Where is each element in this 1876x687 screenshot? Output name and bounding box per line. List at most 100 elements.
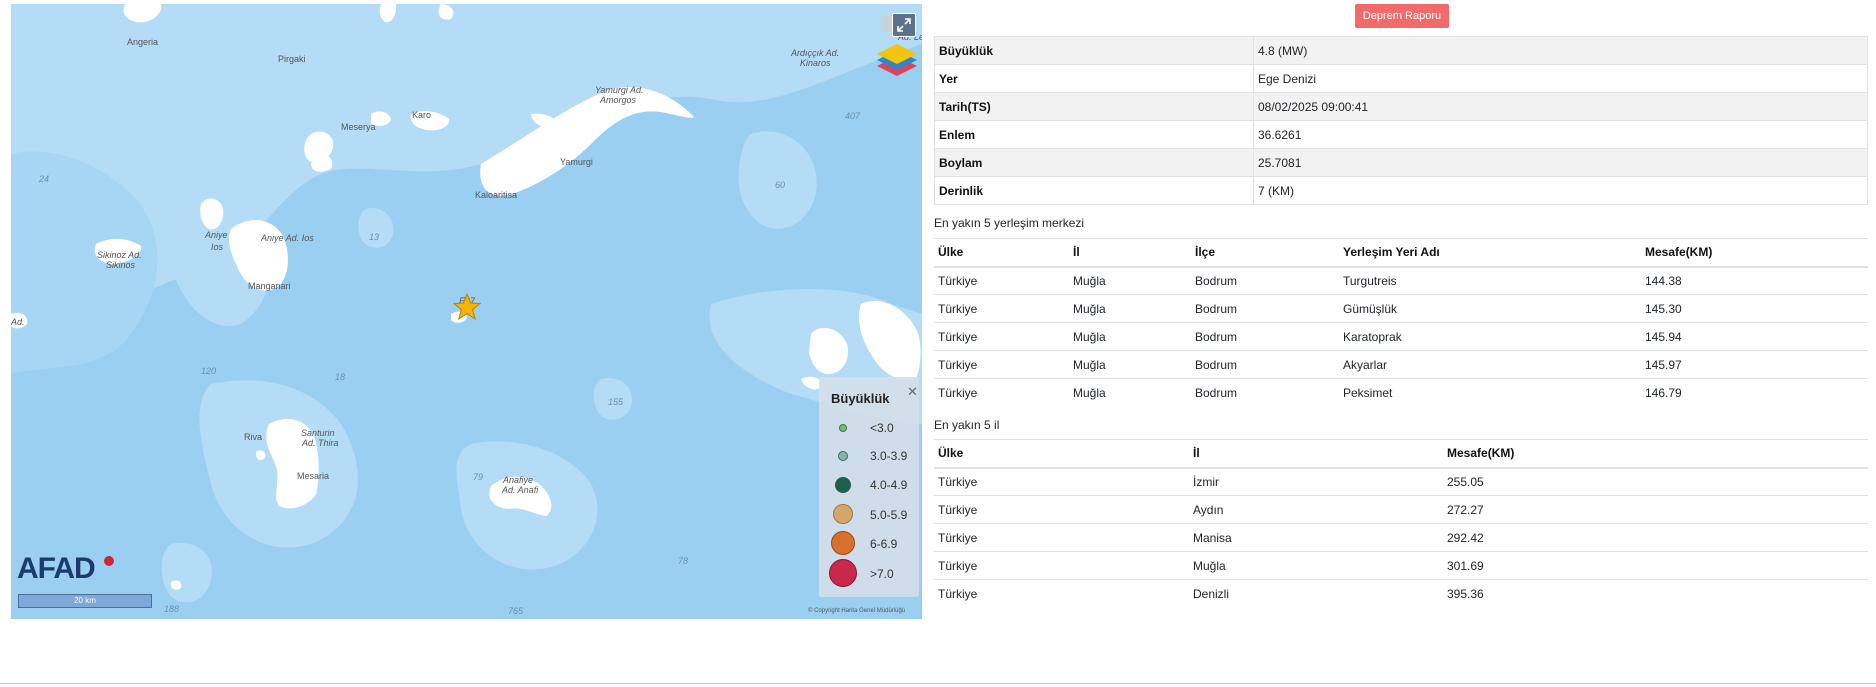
table-row: Türkiye Muğla Bodrum Peksimet 146.79: [934, 378, 1868, 407]
table-cell: Muğla: [1069, 378, 1191, 407]
table-cell: 146.79: [1641, 378, 1868, 407]
map-label-angeria: Angeria: [127, 37, 159, 47]
detail-value: 4.8 (MW): [1253, 36, 1868, 65]
depth-label: 407: [845, 111, 861, 121]
detail-label: Büyüklük: [934, 36, 1254, 65]
legend-item: 5.0-5.9: [819, 500, 919, 528]
map-label-yamurgi-ad: Yamurgi Ad.: [595, 85, 644, 95]
map-label-aniye-ad-ios: Aniye Ad. Ios: [261, 233, 314, 243]
map-label-ios: Ios: [211, 242, 224, 252]
map-label-sikinos: Sikinos: [106, 260, 136, 270]
depth-label: 79: [473, 472, 484, 482]
table-row: Türkiye Muğla Bodrum Turgutreis 144.38: [934, 266, 1868, 295]
table-row: Türkiye Muğla Bodrum Akyarlar 145.97: [934, 350, 1868, 379]
table-cell: Gümüşlük: [1339, 294, 1641, 323]
provinces-heading: En yakın 5 il: [934, 418, 1000, 432]
map-label-kinaros: Kinaros: [800, 58, 831, 68]
table-cell: 145.94: [1641, 322, 1868, 351]
depth-label: 120: [201, 366, 217, 376]
magnitude-legend: Büyüklük ✕ <3.0 3.0-3.9 4.0-4.9 5.0-5.9 …: [819, 377, 919, 597]
detail-row: Derinlik 7 (KM): [934, 176, 1868, 205]
legend-dot-icon: [833, 504, 853, 524]
detail-row: Boylam 25.7081: [934, 148, 1868, 177]
legend-label: 5.0-5.9: [870, 508, 908, 522]
layers-icon[interactable]: [875, 42, 919, 82]
table-header-row: Ülke İl İlçe Yerleşim Yeri Adı Mesafe(KM…: [934, 238, 1868, 268]
table-cell: Peksimet: [1339, 378, 1641, 407]
map-label-ad-anafi: Ad. Anafi: [502, 485, 539, 495]
column-header: Ülke: [934, 439, 1189, 469]
table-row: Türkiye Aydın 272.27: [934, 495, 1868, 524]
nearest-settlements-table: Ülke İl İlçe Yerleşim Yeri Adı Mesafe(KM…: [934, 238, 1868, 407]
table-row: Türkiye Denizli 395.36: [934, 579, 1868, 608]
table-cell: Bodrum: [1191, 266, 1339, 295]
map-label-pirgaki: Pirgaki: [278, 54, 306, 64]
map-copyright: © Copyright Harita Genel Müdürlüğü: [808, 608, 906, 614]
detail-label: Tarih(TS): [934, 92, 1254, 121]
map-label-yamurgi: Yamurgi: [560, 157, 593, 167]
detail-label: Enlem: [934, 120, 1254, 149]
fullscreen-button[interactable]: [892, 13, 916, 37]
column-header: İl: [1189, 439, 1443, 469]
table-row: Türkiye Muğla Bodrum Karatoprak 145.94: [934, 322, 1868, 351]
table-cell: Türkiye: [934, 350, 1069, 379]
depth-label: 13: [369, 232, 380, 242]
epicenter-star-icon[interactable]: [453, 293, 481, 321]
legend-close-icon[interactable]: ✕: [907, 385, 918, 399]
detail-value: Ege Denizi: [1253, 64, 1868, 93]
depth-label: 765: [508, 606, 524, 616]
detail-value: 7 (KM): [1253, 176, 1868, 205]
legend-item: >7.0: [819, 557, 919, 587]
table-cell: 292.42: [1443, 523, 1868, 552]
column-header: Mesafe(KM): [1443, 439, 1868, 469]
legend-item: 3.0-3.9: [819, 443, 919, 471]
table-cell: 145.30: [1641, 294, 1868, 323]
table-row: Türkiye Muğla 301.69: [934, 551, 1868, 580]
table-row: Türkiye İzmir 255.05: [934, 467, 1868, 496]
earthquake-details-table: Büyüklük 4.8 (MW) Yer Ege Denizi Tarih(T…: [934, 36, 1868, 205]
column-header: Ülke: [934, 238, 1069, 268]
legend-label: 4.0-4.9: [870, 478, 908, 492]
column-header: Yerleşim Yeri Adı: [1339, 238, 1641, 268]
legend-dot-icon: [835, 477, 851, 493]
legend-label: 6-6.9: [870, 537, 898, 551]
table-cell: Bodrum: [1191, 350, 1339, 379]
table-cell: Turgutreis: [1339, 266, 1641, 295]
table-cell: Türkiye: [934, 495, 1189, 524]
table-cell: Muğla: [1069, 266, 1191, 295]
table-cell: 144.38: [1641, 266, 1868, 295]
expand-icon: [897, 18, 911, 32]
map-label-karo: Karo: [412, 110, 432, 120]
table-cell: İzmir: [1189, 467, 1443, 496]
map-label-amorgos: Amorgos: [600, 95, 637, 105]
legend-dot-icon: [838, 451, 848, 461]
table-cell: Muğla: [1069, 322, 1191, 351]
table-cell: Muğla: [1069, 350, 1191, 379]
map-label-meserya: Meserya: [341, 122, 376, 132]
table-cell: 255.05: [1443, 467, 1868, 496]
table-cell: Türkiye: [934, 467, 1189, 496]
earthquake-map[interactable]: Angeria Pirgaki Ardıççık Ad. Kinaros Ad.…: [11, 4, 922, 619]
table-cell: Bodrum: [1191, 294, 1339, 323]
map-label-sikinoz-ad: Sikinoz Ad.: [97, 250, 142, 260]
table-cell: Türkiye: [934, 551, 1189, 580]
map-label-riva: Riva: [244, 432, 263, 442]
table-cell: Türkiye: [934, 579, 1189, 608]
detail-row: Büyüklük 4.8 (MW): [934, 36, 1868, 65]
detail-label: Derinlik: [934, 176, 1254, 205]
legend-dot-icon: [829, 559, 857, 587]
table-cell: Karatoprak: [1339, 322, 1641, 351]
depth-label: 155: [608, 397, 624, 407]
table-row: Türkiye Muğla Bodrum Gümüşlük 145.30: [934, 294, 1868, 323]
table-cell: Türkiye: [934, 322, 1069, 351]
depth-label: 24: [39, 174, 50, 184]
table-header-row: Ülke İl Mesafe(KM): [934, 439, 1868, 469]
map-label-manganari: Manganari: [248, 281, 291, 291]
earthquake-report-button[interactable]: Deprem Raporu: [1355, 4, 1449, 28]
map-label-mesaria: Mesaria: [297, 471, 330, 481]
table-cell: Bodrum: [1191, 378, 1339, 407]
table-cell: Türkiye: [934, 378, 1069, 407]
map-label-ardicik: Ardıççık Ad.: [791, 48, 840, 58]
settlements-heading: En yakın 5 yerleşim merkezi: [934, 216, 1085, 230]
table-cell: Muğla: [1189, 551, 1443, 580]
